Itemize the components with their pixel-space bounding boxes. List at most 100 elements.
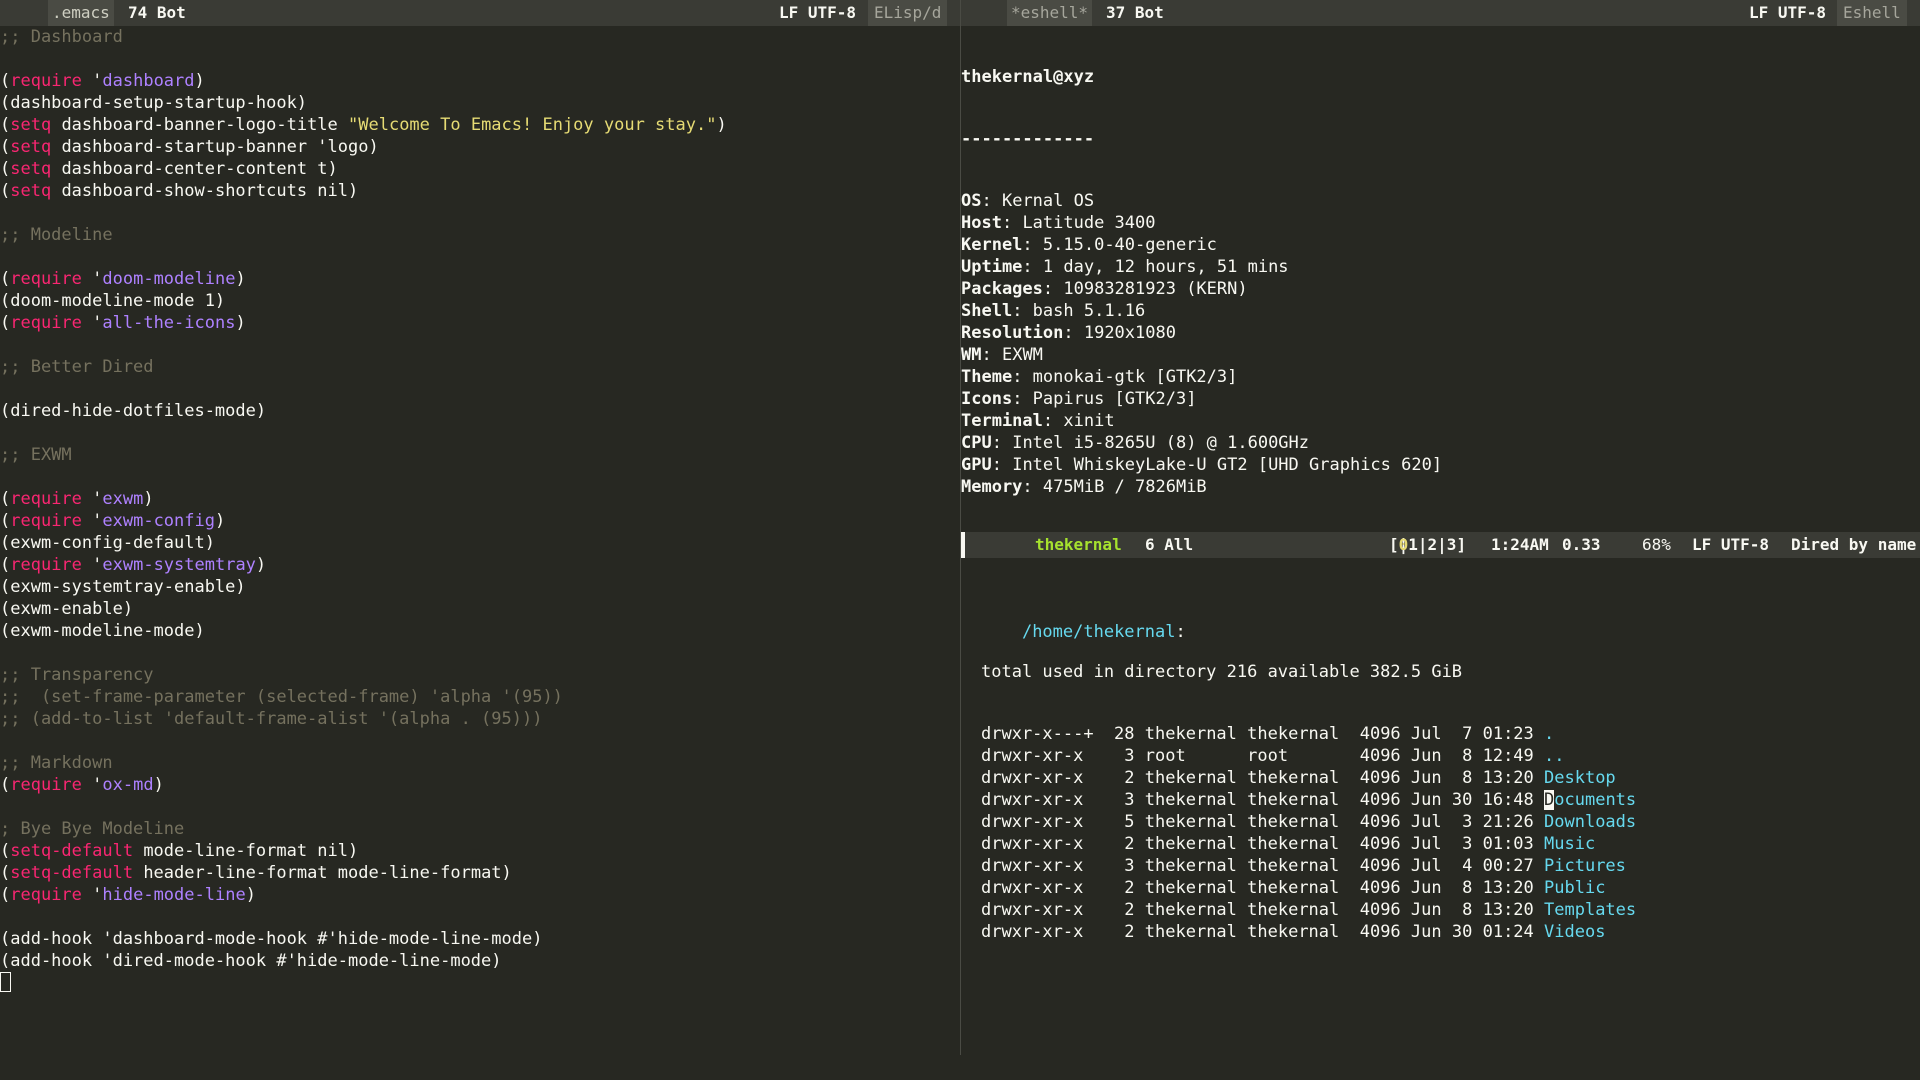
dired-links: 2: [1124, 900, 1135, 920]
echo-area: [0, 1056, 1920, 1080]
dired-filename[interactable]: Public: [1544, 878, 1605, 898]
dired-row[interactable]: drwxr-xr-x 2 thekernal thekernal 4096 Ju…: [961, 833, 1920, 855]
dired-row[interactable]: drwxr-x---+ 28 thekernal thekernal 4096 …: [961, 723, 1920, 745]
major-mode[interactable]: ELisp/d: [868, 0, 948, 26]
sysinfo-value: Papirus [GTK2/3]: [1032, 389, 1197, 409]
buffer-name[interactable]: *eshell*: [1007, 0, 1093, 26]
code-line: ;; Markdown: [0, 752, 958, 774]
sysinfo-value: EXWM: [1001, 345, 1043, 365]
code-line: (require 'hide-mode-line): [0, 884, 958, 906]
dired-links: 2: [1124, 768, 1135, 788]
sysinfo-key: Icons: [961, 389, 1013, 409]
sysinfo-value: Kernal OS: [1001, 191, 1095, 211]
code-token: require: [10, 555, 82, 575]
major-mode[interactable]: Dired by name: [1791, 532, 1916, 558]
sysinfo-line: Uptime: 1 day, 12 hours, 51 mins: [961, 257, 1289, 277]
code-token: ;; (add-to-list 'default-frame-alist '(a…: [0, 709, 543, 729]
code-token: ': [81, 489, 103, 509]
dired-row[interactable]: drwxr-xr-x 3 root root 4096 Jun 8 12:49 …: [961, 745, 1920, 767]
dired-row[interactable]: drwxr-xr-x 5 thekernal thekernal 4096 Ju…: [961, 811, 1920, 833]
code-line: ;; (set-frame-parameter (selected-frame)…: [0, 686, 958, 708]
dired-filename[interactable]: ..: [1544, 746, 1564, 766]
sysinfo-key: Host: [961, 213, 1002, 233]
dired-perm: drwxr-xr-x: [981, 922, 1084, 942]
dired-listing[interactable]: /home/thekernal: total used in directory…: [961, 559, 1920, 1055]
dired-month: Jul: [1410, 724, 1442, 744]
sysinfo-value: xinit: [1063, 411, 1115, 431]
dired-group: thekernal: [1247, 856, 1340, 876]
sysinfo-line: Host: Latitude 3400: [961, 213, 1156, 233]
code-token: dashboard-center-content t): [51, 159, 338, 179]
dired-perm: drwxr-xr-x: [981, 856, 1084, 876]
encoding[interactable]: LF UTF-8: [779, 0, 856, 26]
dired-row[interactable]: drwxr-xr-x 2 thekernal thekernal 4096 Ju…: [961, 921, 1920, 943]
dired-owner: thekernal: [1144, 812, 1237, 832]
encoding[interactable]: LF UTF-8: [1749, 0, 1826, 26]
dired-day: 30: [1451, 790, 1473, 810]
dired-filename[interactable]: Documents: [1544, 790, 1636, 810]
code-line: (exwm-config-default): [0, 532, 958, 554]
sysinfo-value: Intel WhiskeyLake-U GT2 [UHD Graphics 62…: [1012, 455, 1443, 475]
code-token: ;; Transparency: [0, 665, 154, 685]
gear-icon[interactable]: [22, 4, 42, 24]
dired-perm: drwxr-xr-x: [981, 834, 1084, 854]
dired-filename[interactable]: Templates: [1544, 900, 1636, 920]
code-line: (require 'dashboard): [0, 70, 958, 92]
code-token: ;; Modeline: [0, 225, 113, 245]
dired-filename[interactable]: Pictures: [1544, 856, 1626, 876]
dired-month: Jun: [1410, 900, 1442, 920]
sysinfo-line: Memory: 475MiB / 7826MiB: [961, 477, 1207, 497]
code-token: exwm: [102, 489, 144, 509]
dired-filename[interactable]: Desktop: [1544, 768, 1616, 788]
elisp-editor[interactable]: ;; Dashboard (require 'dashboard) (dashboa…: [0, 26, 958, 1056]
code-token: ': [81, 555, 103, 575]
dired-row[interactable]: drwxr-xr-x 3 thekernal thekernal 4096 Ju…: [961, 789, 1920, 811]
code-token: (: [0, 775, 11, 795]
dired-filename[interactable]: Downloads: [1544, 812, 1636, 832]
encoding[interactable]: LF UTF-8: [1692, 532, 1769, 558]
dired-day: 30: [1451, 922, 1473, 942]
dired-size: 4096: [1359, 768, 1401, 788]
dired-size: 4096: [1359, 856, 1401, 876]
system-load: 0.33: [1562, 535, 1601, 554]
text-cursor: [0, 972, 11, 992]
dired-row[interactable]: drwxr-xr-x 3 thekernal thekernal 4096 Ju…: [961, 855, 1920, 877]
dired-modeline: thekernal 6 All [0 |1|2|3] 1:24AM 0.33 68…: [961, 532, 1920, 558]
dired-row[interactable]: drwxr-xr-x 2 thekernal thekernal 4096 Ju…: [961, 899, 1920, 921]
code-line: (require 'all-the-icons): [0, 312, 958, 334]
dired-path[interactable]: /home/thekernal: [1022, 622, 1176, 642]
dired-filename[interactable]: Music: [1544, 834, 1595, 854]
buffer-position: 37 Bot: [1106, 3, 1164, 22]
dired-group: thekernal: [1247, 922, 1340, 942]
workspace-indicator[interactable]: [0 |1|2|3]: [1389, 532, 1466, 558]
code-token: doom-modeline: [102, 269, 236, 289]
dired-filename[interactable]: Videos: [1544, 922, 1605, 942]
sysinfo-line: Shell: bash 5.1.16: [961, 301, 1146, 321]
dired-perm: drwxr-xr-x: [981, 768, 1084, 788]
dired-month: Jul: [1410, 834, 1442, 854]
code-token: (exwm-enable): [0, 599, 134, 619]
terminal-icon[interactable]: [984, 5, 1002, 21]
code-token: ): [214, 511, 226, 531]
code-token: setq: [10, 181, 52, 201]
dired-links: 3: [1124, 746, 1135, 766]
major-mode[interactable]: Eshell: [1837, 0, 1907, 26]
dired-group: thekernal: [1247, 834, 1340, 854]
eshell-output[interactable]: thekernal@xyz ------------- OS: Kernal O…: [961, 26, 1920, 530]
dired-user: thekernal: [1035, 535, 1122, 554]
buffer-name[interactable]: .emacs: [48, 0, 114, 26]
dired-day: 8: [1462, 768, 1473, 788]
dired-filename[interactable]: .: [1544, 724, 1554, 744]
dired-row[interactable]: drwxr-xr-x 2 thekernal thekernal 4096 Ju…: [961, 767, 1920, 789]
dired-size: 4096: [1359, 724, 1401, 744]
dired-time: 12:49: [1482, 746, 1534, 766]
code-token: ': [81, 71, 103, 91]
dired-size: 4096: [1359, 834, 1401, 854]
dired-row[interactable]: drwxr-xr-x 2 thekernal thekernal 4096 Ju…: [961, 877, 1920, 899]
sysinfo-value: 1 day, 12 hours, 51 mins: [1042, 257, 1289, 277]
dired-time: 13:20: [1482, 900, 1534, 920]
